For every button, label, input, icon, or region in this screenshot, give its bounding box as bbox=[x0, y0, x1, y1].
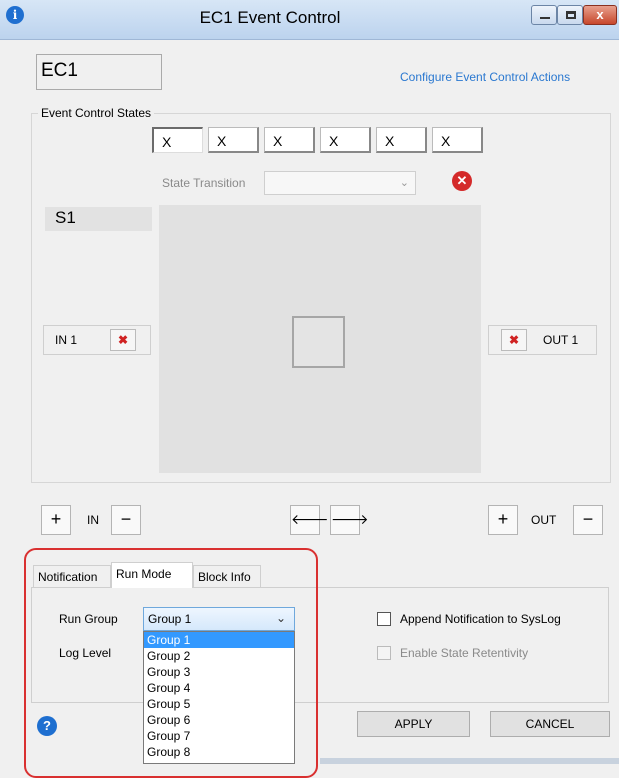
run-group-label: Run Group bbox=[59, 612, 118, 626]
arrow-right-icon: 🡒 bbox=[331, 511, 369, 527]
move-right-button[interactable]: 🡒 bbox=[330, 505, 369, 535]
close-icon: x bbox=[596, 7, 604, 22]
log-level-label: Log Level bbox=[59, 646, 112, 660]
chevron-down-icon: ⌄ bbox=[275, 611, 286, 625]
remove-icon: ✖ bbox=[117, 333, 129, 347]
move-left-button[interactable]: 🡐 bbox=[290, 505, 329, 535]
configure-actions-link[interactable]: Configure Event Control Actions bbox=[400, 70, 570, 84]
remove-icon: ✖ bbox=[508, 333, 520, 347]
append-syslog-checkbox[interactable] bbox=[377, 612, 391, 626]
remove-input-port-button[interactable]: − bbox=[111, 505, 141, 535]
maximize-icon bbox=[566, 11, 576, 19]
tab-panel bbox=[31, 587, 609, 703]
state-transition-select[interactable]: ⌄ bbox=[264, 171, 416, 195]
input-group-label: IN bbox=[87, 513, 99, 527]
event-control-name: EC1 bbox=[36, 54, 162, 90]
state-button-3[interactable]: X bbox=[264, 127, 315, 153]
state-block[interactable] bbox=[292, 316, 345, 368]
run-group-dropdown[interactable]: Group 1 Group 2 Group 3 Group 4 Group 5 … bbox=[143, 631, 295, 764]
state-retentivity-label: Enable State Retentivity bbox=[400, 646, 529, 660]
state-button-4[interactable]: X bbox=[320, 127, 371, 153]
add-output-button[interactable]: + bbox=[488, 505, 518, 535]
run-group-value: Group 1 bbox=[148, 612, 192, 626]
dropdown-option[interactable]: Group 2 bbox=[144, 648, 294, 664]
add-input-button[interactable]: + bbox=[41, 505, 71, 535]
append-syslog-label: Append Notification to SysLog bbox=[400, 612, 561, 626]
state-button-2[interactable]: X bbox=[208, 127, 259, 153]
remove-input-button[interactable]: ✖ bbox=[110, 329, 136, 351]
dropdown-option[interactable]: Group 8 bbox=[144, 744, 294, 760]
state-button-5[interactable]: X bbox=[376, 127, 427, 153]
dropdown-option[interactable]: Group 3 bbox=[144, 664, 294, 680]
minimize-button[interactable] bbox=[531, 5, 557, 25]
chevron-down-icon: ⌄ bbox=[399, 177, 409, 189]
output-port-label: OUT 1 bbox=[543, 333, 579, 347]
minimize-icon bbox=[540, 17, 550, 19]
dropdown-option[interactable]: Group 7 bbox=[144, 728, 294, 744]
output-group-label: OUT bbox=[531, 513, 557, 527]
taskbar-strip bbox=[320, 758, 619, 764]
state-retentivity-checkbox[interactable] bbox=[377, 646, 391, 660]
dropdown-option[interactable]: Group 1 bbox=[144, 632, 294, 648]
remove-output-port-button[interactable]: − bbox=[573, 505, 603, 535]
state-transition-label: State Transition bbox=[162, 176, 246, 190]
help-icon[interactable]: ? bbox=[37, 716, 57, 736]
tab-run-mode[interactable]: Run Mode bbox=[111, 562, 193, 588]
cancel-button[interactable]: CANCEL bbox=[490, 711, 610, 737]
tab-notification[interactable]: Notification bbox=[33, 565, 111, 587]
dropdown-option[interactable]: Group 6 bbox=[144, 712, 294, 728]
current-state-label: S1 bbox=[45, 207, 152, 231]
dropdown-option[interactable]: Group 5 bbox=[144, 696, 294, 712]
maximize-button[interactable] bbox=[557, 5, 583, 25]
run-group-select[interactable]: Group 1 ⌄ bbox=[143, 607, 295, 631]
tab-block-info[interactable]: Block Info bbox=[193, 565, 261, 587]
window-title: EC1 Event Control bbox=[199, 8, 341, 27]
close-button[interactable]: x bbox=[583, 5, 617, 25]
dropdown-option[interactable]: Group 4 bbox=[144, 680, 294, 696]
delete-icon[interactable]: ✕ bbox=[452, 171, 472, 191]
state-button-1[interactable]: X bbox=[152, 127, 203, 153]
state-button-6[interactable]: X bbox=[432, 127, 483, 153]
states-group-label: Event Control States bbox=[38, 106, 155, 120]
input-port-label: IN 1 bbox=[55, 333, 78, 347]
apply-button[interactable]: APPLY bbox=[357, 711, 470, 737]
arrow-left-icon: 🡐 bbox=[291, 511, 329, 527]
remove-output-button[interactable]: ✖ bbox=[501, 329, 527, 351]
